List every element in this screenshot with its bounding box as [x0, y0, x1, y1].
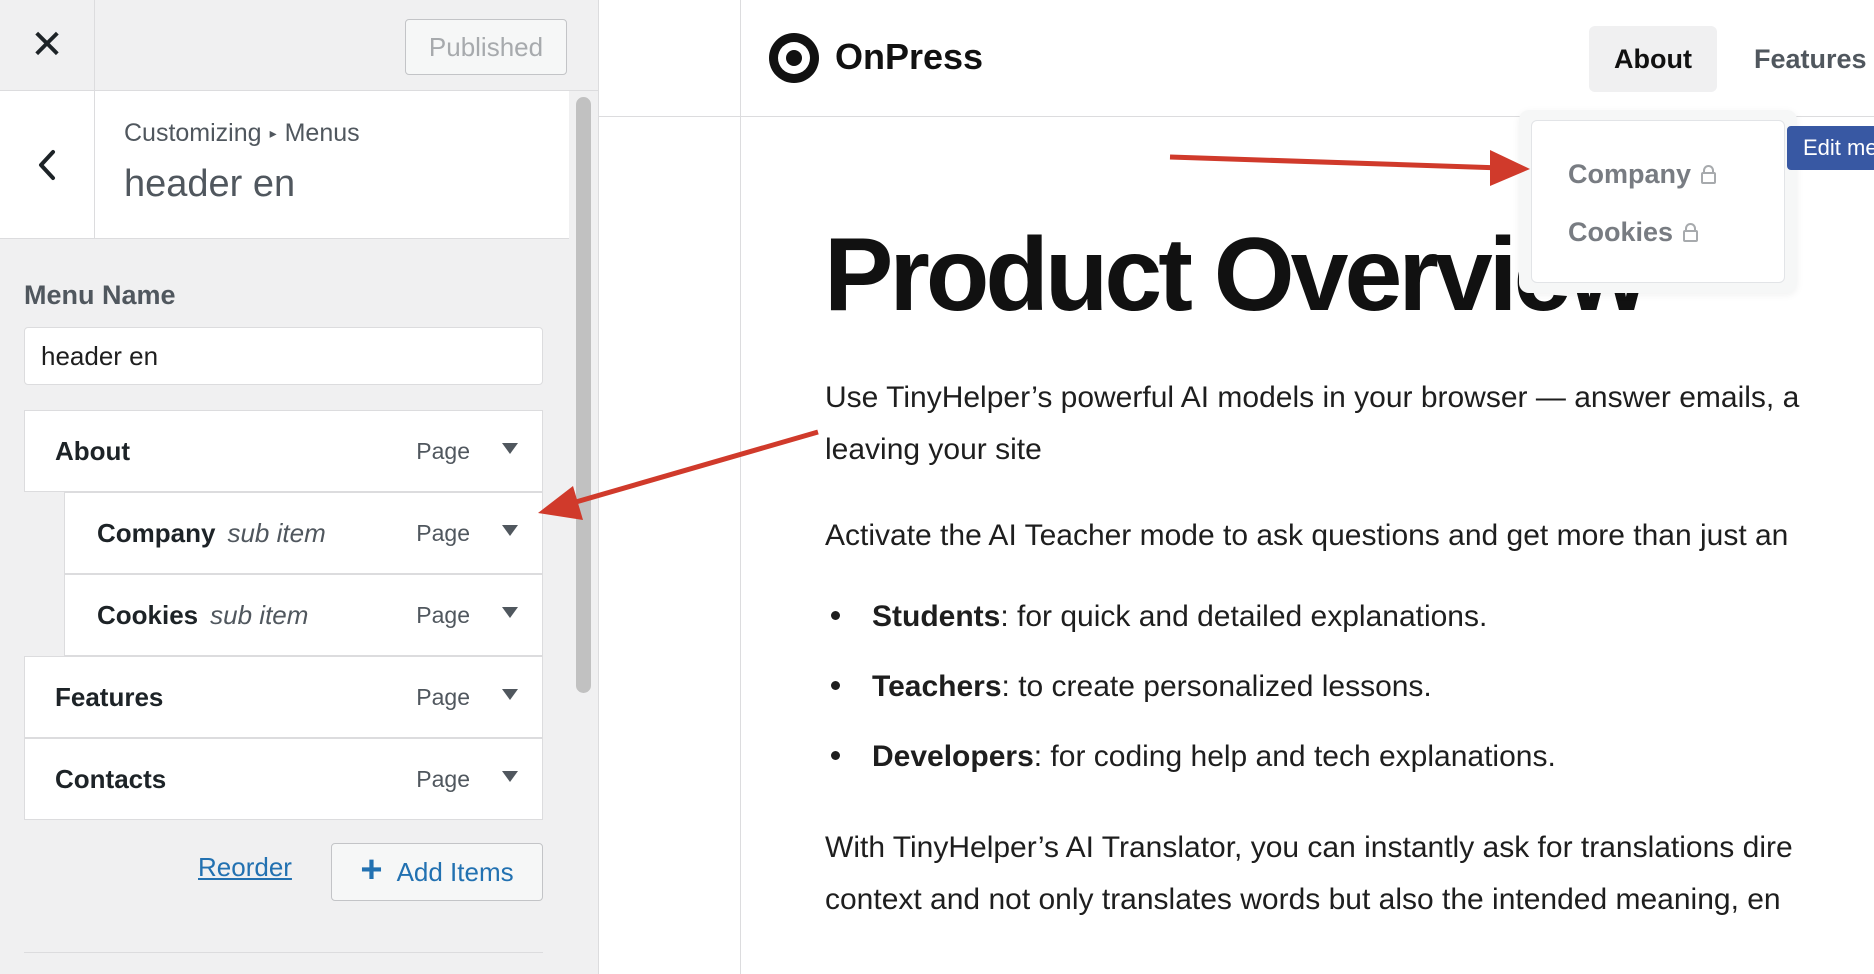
plus-icon: +: [360, 849, 383, 891]
reorder-link[interactable]: Reorder: [198, 852, 292, 883]
paragraph-line: Activate the AI Teacher mode to ask ques…: [825, 519, 1789, 552]
menu-item-title: Features: [55, 682, 164, 712]
dropdown-item-company[interactable]: Company: [1568, 159, 1717, 190]
menu-name-label: Menu Name: [24, 280, 176, 310]
menu-item-features[interactable]: Features Page: [24, 656, 543, 738]
section-title: header en: [124, 163, 296, 205]
section-header: Customizing ▸ Menus header en: [0, 91, 569, 239]
logo-icon[interactable]: [769, 33, 819, 83]
customizer-topbar: ✕ Published: [0, 0, 598, 91]
lock-icon: [1683, 222, 1699, 242]
site-header: OnPress About Features: [599, 0, 1874, 117]
dropdown-item-cookies[interactable]: Cookies: [1568, 217, 1699, 248]
breadcrumb-current: Menus: [284, 119, 360, 147]
triangle-down-icon[interactable]: [502, 771, 518, 782]
bullet-icon: [831, 751, 840, 760]
chevron-left-icon: [39, 149, 55, 180]
breadcrumb: Customizing ▸ Menus: [124, 119, 360, 148]
bullet-icon: [831, 681, 840, 690]
site-preview: OnPress About Features Product Overview …: [599, 0, 1874, 974]
preview-gutter: [599, 0, 741, 974]
menu-item-type: Page: [416, 438, 470, 464]
nav-item-features[interactable]: Features: [1754, 26, 1867, 92]
site-name[interactable]: OnPress: [835, 36, 983, 78]
menu-item-type: Page: [416, 766, 470, 792]
bullet-icon: [831, 611, 840, 620]
triangle-down-icon[interactable]: [502, 443, 518, 454]
paragraph-line: leaving your site: [825, 433, 1042, 466]
sub-item-label: sub item: [210, 600, 309, 630]
paragraph-line: With TinyHelper’s AI Translator, you can…: [825, 831, 1793, 864]
list-item: Teachers: to create personalized lessons…: [831, 670, 1432, 704]
paragraph-line: Use TinyHelper’s powerful AI models in y…: [825, 381, 1800, 414]
customizer-panel: ✕ Published Customizing ▸ Menus header en …: [0, 0, 599, 974]
nav-dropdown-panel: Company Cookies: [1531, 120, 1785, 283]
nav-item-about[interactable]: About: [1589, 26, 1717, 92]
add-items-button[interactable]: + Add Items: [331, 843, 543, 901]
scrollbar-thumb[interactable]: [576, 97, 591, 693]
back-button[interactable]: [0, 91, 95, 238]
nav-dropdown: Company Cookies: [1519, 110, 1797, 293]
triangle-down-icon[interactable]: [502, 525, 518, 536]
menu-item-title: About: [55, 436, 131, 466]
menu-item-about[interactable]: About Page: [24, 410, 543, 492]
menu-item-type: Page: [416, 684, 470, 710]
paragraph-line: context and not only translates words bu…: [825, 883, 1781, 916]
menu-name-input[interactable]: [24, 327, 543, 385]
sub-item-label: sub item: [227, 518, 326, 548]
close-icon[interactable]: ✕: [0, 0, 95, 90]
published-button[interactable]: Published: [405, 19, 567, 75]
divider: [24, 952, 543, 953]
menu-item-cookies[interactable]: Cookies sub item Page: [64, 574, 543, 656]
menu-item-title: Contacts: [55, 764, 167, 794]
list-item: Students: for quick and detailed explana…: [831, 600, 1487, 634]
menu-item-contacts[interactable]: Contacts Page: [24, 738, 543, 820]
menu-item-type: Page: [416, 602, 470, 628]
menu-item-title: Company sub item: [97, 518, 326, 548]
triangle-down-icon[interactable]: [502, 689, 518, 700]
breadcrumb-parent: Customizing: [124, 119, 262, 147]
breadcrumb-separator-icon: ▸: [269, 125, 277, 141]
lock-icon: [1701, 164, 1717, 184]
add-items-label: Add Items: [396, 856, 514, 887]
menu-item-title: Cookies sub item: [97, 600, 309, 630]
edit-menu-button[interactable]: Edit menu: [1787, 126, 1874, 170]
menu-item-company[interactable]: Company sub item Page: [64, 492, 543, 574]
menu-item-type: Page: [416, 520, 470, 546]
triangle-down-icon[interactable]: [502, 607, 518, 618]
list-item: Developers: for coding help and tech exp…: [831, 740, 1556, 774]
